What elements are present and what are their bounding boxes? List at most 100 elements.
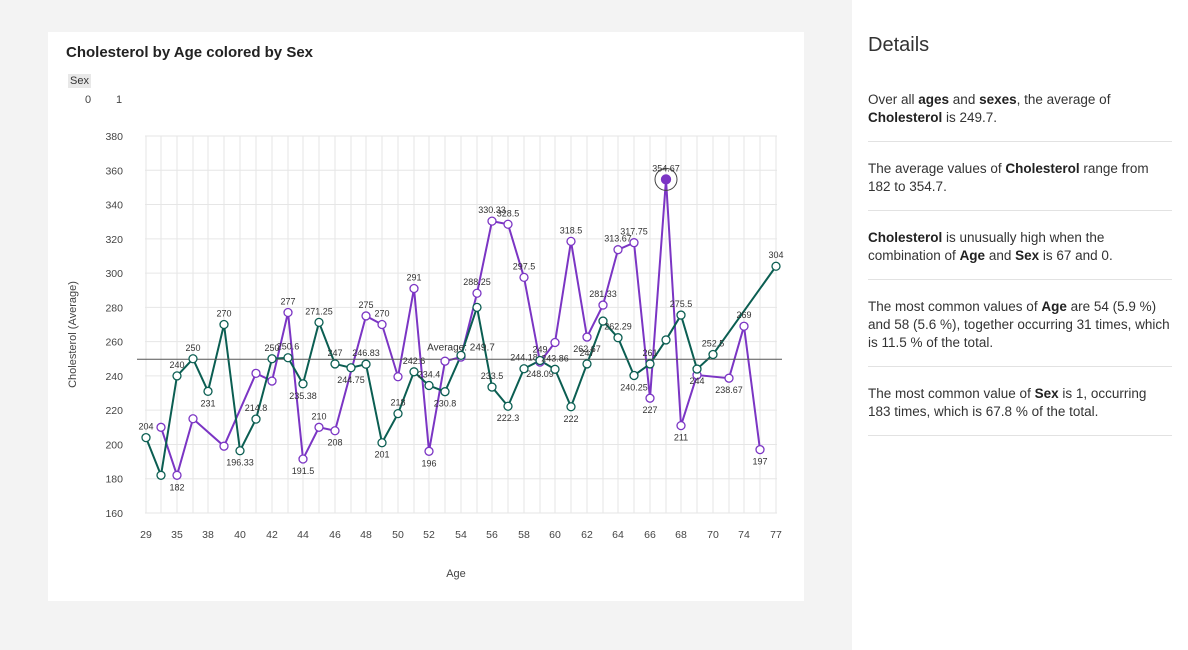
data-label: 281.33 [589, 289, 617, 299]
data-point [739, 321, 749, 331]
data-point [582, 332, 592, 342]
data-point [755, 444, 765, 455]
data-point [361, 359, 371, 369]
data-label: 238.67 [715, 385, 743, 395]
data-label: 270 [216, 309, 231, 319]
y-tick-label: 360 [105, 165, 123, 177]
data-point [456, 350, 466, 360]
insight-keyword: ages [918, 92, 950, 107]
data-label: 354.67 [652, 163, 680, 173]
data-point [188, 354, 198, 364]
y-tick-label: 320 [105, 234, 123, 246]
data-point [267, 354, 277, 364]
data-point [629, 370, 639, 381]
data-label: 204 [138, 422, 153, 432]
data-point [298, 379, 308, 389]
data-label: 222 [563, 414, 578, 424]
x-tick-label: 52 [423, 529, 435, 541]
insight-fragment: , the average of [1016, 92, 1111, 107]
data-point [440, 387, 450, 397]
data-point [519, 364, 529, 374]
insight-keyword: Sex [1015, 248, 1040, 263]
data-label: 304 [768, 250, 783, 260]
data-label: 244.75 [337, 375, 365, 385]
data-point [550, 364, 560, 374]
x-tick-label: 60 [549, 529, 561, 541]
data-point [440, 356, 450, 366]
data-point [613, 245, 623, 255]
data-point [692, 364, 702, 374]
data-point [251, 368, 261, 378]
y-axis-label: Cholesterol (Average) [67, 281, 79, 388]
data-point [393, 372, 403, 382]
insight-text: Over all ages and sexes, the average of … [868, 91, 1172, 142]
data-point [519, 272, 529, 283]
y-tick-label: 280 [105, 302, 123, 314]
data-point [487, 382, 497, 392]
data-point [377, 319, 387, 330]
data-point [409, 283, 419, 294]
data-label: 230.8 [434, 399, 457, 409]
y-tick-label: 380 [105, 131, 123, 143]
x-axis-label: Age [446, 568, 466, 580]
data-point [203, 386, 213, 396]
data-label: 243.86 [541, 353, 569, 363]
data-point [566, 236, 576, 247]
data-label: 244 [689, 376, 704, 386]
data-label: 222.3 [497, 413, 520, 423]
details-title: Details [868, 34, 930, 56]
data-label: 269 [736, 310, 751, 320]
data-label: 196 [421, 458, 436, 468]
data-point [330, 426, 340, 436]
data-point [613, 333, 623, 343]
x-tick-label: 64 [612, 529, 624, 541]
data-label: 240.25 [620, 382, 648, 392]
x-tick-label: 38 [202, 529, 214, 541]
data-point [172, 470, 182, 480]
data-point [267, 376, 277, 386]
insight-fragment: and [949, 92, 980, 107]
x-tick-label: 40 [234, 529, 246, 541]
data-point [424, 446, 434, 456]
data-point [676, 420, 686, 431]
x-tick-label: 66 [644, 529, 656, 541]
y-tick-label: 160 [105, 508, 123, 520]
data-label: 242.6 [403, 356, 426, 366]
insight-fragment: and [985, 248, 1016, 263]
data-point [314, 317, 324, 328]
data-point [676, 310, 686, 320]
data-point [629, 238, 639, 248]
data-point [346, 363, 356, 373]
data-point [219, 441, 229, 451]
data-label: 261 [642, 348, 657, 358]
data-point [424, 380, 434, 391]
x-tick-label: 74 [738, 529, 750, 541]
x-tick-label: 44 [297, 529, 309, 541]
data-label: 248.09 [526, 369, 554, 379]
data-label: 211 [674, 433, 688, 443]
data-point [582, 359, 592, 369]
data-point [660, 174, 672, 185]
chart-area: Cholesterol by Age colored by Sex Sex 0 … [0, 0, 852, 650]
details-panel: Details Over all ages and sexes, the ave… [852, 0, 1188, 650]
insight-text: The average values of Cholesterol range … [868, 160, 1172, 211]
data-label: 233.5 [481, 371, 504, 381]
data-point [283, 353, 293, 363]
data-point [598, 300, 608, 310]
insight-keyword: Cholesterol [868, 110, 943, 125]
data-point [156, 422, 166, 432]
data-point [645, 359, 655, 369]
insight-text: The most common value of Sex is 1, occur… [868, 385, 1172, 436]
data-label: 210 [311, 411, 326, 421]
data-point [156, 470, 166, 480]
data-point [566, 402, 576, 412]
insight-keyword: sexes [979, 92, 1017, 107]
data-point [188, 414, 198, 424]
x-tick-label: 42 [266, 529, 278, 541]
x-tick-label: 56 [486, 529, 498, 541]
data-label: 227 [642, 405, 657, 415]
insight-fragment: The average values of [868, 161, 1006, 176]
x-tick-label: 68 [675, 529, 687, 541]
insight-keyword: Sex [1034, 386, 1059, 401]
insight-text: Cholesterol is unusually high when the c… [868, 229, 1172, 280]
